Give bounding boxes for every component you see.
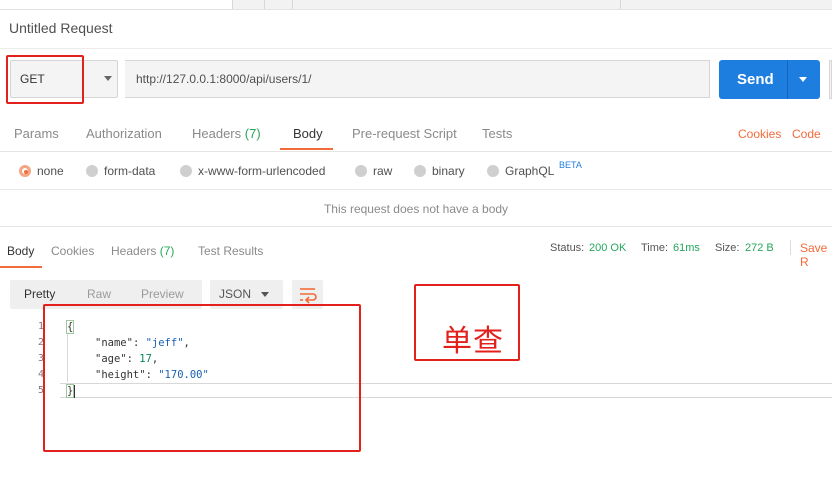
view-raw[interactable]: Raw (87, 287, 111, 301)
line-number: 3 (37, 353, 44, 364)
radio-form-data[interactable] (86, 165, 98, 177)
tab-tests[interactable]: Tests (482, 126, 512, 141)
beta-badge: BETA (559, 160, 582, 170)
line-number: 5 (37, 385, 44, 396)
no-body-message: This request does not have a body (323, 202, 509, 216)
status-label: Status: (550, 242, 585, 254)
tab-params[interactable]: Params (14, 126, 59, 141)
response-tab-headers[interactable]: Headers (7) (111, 244, 174, 258)
code-link[interactable]: Code (792, 127, 821, 141)
annotation-label: 单查 (442, 324, 504, 359)
active-tab-indicator (280, 148, 333, 150)
size-label: Size: (715, 242, 740, 254)
active-request-tab[interactable] (0, 0, 233, 9)
divider (0, 151, 832, 152)
url-text: http://127.0.0.1:8000/api/users/1/ (136, 72, 312, 86)
time-label: Time: (641, 242, 669, 254)
view-pretty[interactable]: Pretty (24, 287, 55, 301)
annotation-box-method (6, 55, 84, 104)
response-tab-cookies[interactable]: Cookies (51, 244, 94, 258)
radio-binary[interactable] (414, 165, 426, 177)
radio-none[interactable] (19, 165, 31, 177)
request-title[interactable]: Untitled Request (9, 20, 113, 36)
divider (0, 189, 832, 190)
status-value[interactable]: 200 OK (589, 242, 626, 254)
response-headers-count: (7) (159, 244, 175, 258)
divider (0, 48, 832, 49)
request-tab[interactable] (296, 0, 621, 9)
tab-body[interactable]: Body (293, 126, 323, 141)
response-tab-headers-label: Headers (111, 244, 157, 258)
request-tab[interactable] (240, 0, 265, 9)
send-options-chevron-icon[interactable] (799, 77, 807, 82)
divider (787, 60, 788, 99)
send-label: Send (737, 71, 774, 88)
save-response-link[interactable]: Save R (800, 241, 832, 269)
radio-binary-label: binary (432, 164, 465, 178)
radio-graphql-label: GraphQL (505, 164, 555, 178)
tab-prerequest-script[interactable]: Pre-request Script (352, 126, 457, 141)
radio-form-data-label: form-data (104, 164, 156, 178)
request-tab[interactable] (268, 0, 293, 9)
tab-headers-label: Headers (192, 126, 242, 141)
divider (790, 240, 791, 255)
view-preview[interactable]: Preview (141, 287, 184, 301)
radio-raw[interactable] (355, 165, 367, 177)
annotation-box-response (43, 304, 361, 452)
active-tab-indicator (0, 266, 42, 268)
divider (0, 226, 832, 227)
radio-none-label: none (37, 164, 64, 178)
format-label: JSON (219, 287, 252, 301)
time-value[interactable]: 61ms (673, 242, 700, 254)
radio-graphql[interactable] (487, 165, 499, 177)
response-tab-body[interactable]: Body (7, 244, 34, 258)
headers-count: (7) (244, 126, 261, 141)
line-number: 1 (37, 321, 44, 332)
chevron-down-icon[interactable] (261, 292, 269, 297)
cookies-link[interactable]: Cookies (738, 127, 781, 141)
radio-raw-label: raw (373, 164, 393, 178)
radio-urlencoded[interactable] (180, 165, 192, 177)
response-tab-test-results[interactable]: Test Results (198, 244, 263, 258)
chevron-down-icon[interactable] (104, 76, 112, 81)
line-number: 4 (37, 369, 44, 380)
radio-urlencoded-label: x-www-form-urlencoded (198, 164, 326, 178)
size-value[interactable]: 272 B (745, 242, 774, 254)
line-number: 2 (37, 337, 44, 348)
tab-headers[interactable]: Headers (7) (192, 126, 261, 141)
tab-authorization[interactable]: Authorization (86, 126, 162, 141)
